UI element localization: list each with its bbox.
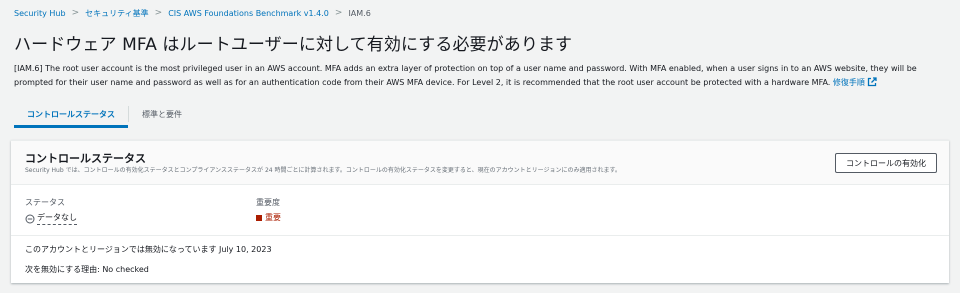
panel-subtitle: Security Hub では、コントロールの有効化ステータスとコンプライアンス… — [25, 167, 621, 174]
status-value-text[interactable]: データなし — [37, 212, 77, 225]
disabled-info: このアカウントとリージョンでは無効になっています July 10, 2023 — [25, 245, 272, 254]
breadcrumb-security-hub[interactable]: Security Hub — [14, 8, 66, 19]
panel-title: コントロールステータス — [25, 152, 146, 165]
remediation-link[interactable]: 修復手順 — [832, 77, 877, 87]
tab-bar: コントロールステータス 標準と要件 — [14, 100, 195, 128]
breadcrumb-separator-icon: > — [71, 8, 80, 18]
disable-reason: 次を無効にする理由: No checked — [25, 265, 149, 274]
breadcrumb-separator-icon: > — [154, 8, 163, 18]
panel-divider — [11, 235, 949, 236]
tab-control-status[interactable]: コントロールステータス — [14, 100, 128, 128]
panel-header: コントロールステータス Security Hub では、コントロールの有効化ステ… — [11, 141, 949, 185]
enable-control-button[interactable]: コントロールの有効化 — [835, 153, 937, 173]
breadcrumb-security-standards[interactable]: セキュリティ基準 — [85, 8, 149, 19]
external-link-icon — [867, 77, 877, 87]
page-title: ハードウェア MFA はルートユーザーに対して有効にする必要があります — [14, 35, 573, 55]
tab-standards-requirements[interactable]: 標準と要件 — [129, 100, 195, 128]
severity-value: 重要 — [256, 212, 281, 223]
breadcrumb-current: IAM.6 — [348, 9, 371, 18]
control-status-panel: コントロールステータス Security Hub では、コントロールの有効化ステ… — [11, 140, 949, 283]
description-text: [IAM.6] The root user account is the mos… — [14, 64, 917, 87]
remediation-link-label: 修復手順 — [832, 78, 865, 87]
breadcrumb-cis-benchmark[interactable]: CIS AWS Foundations Benchmark v1.4.0 — [168, 8, 329, 19]
status-label: ステータス — [25, 198, 65, 207]
breadcrumb: Security Hub > セキュリティ基準 > CIS AWS Founda… — [14, 8, 371, 19]
severity-value-text: 重要 — [265, 213, 281, 222]
severity-critical-icon — [256, 214, 262, 221]
severity-label: 重要度 — [256, 198, 280, 207]
breadcrumb-separator-icon: > — [334, 8, 343, 18]
control-description: [IAM.6] The root user account is the mos… — [14, 62, 949, 90]
minus-circle-icon — [25, 214, 35, 223]
status-value: データなし — [25, 212, 77, 225]
